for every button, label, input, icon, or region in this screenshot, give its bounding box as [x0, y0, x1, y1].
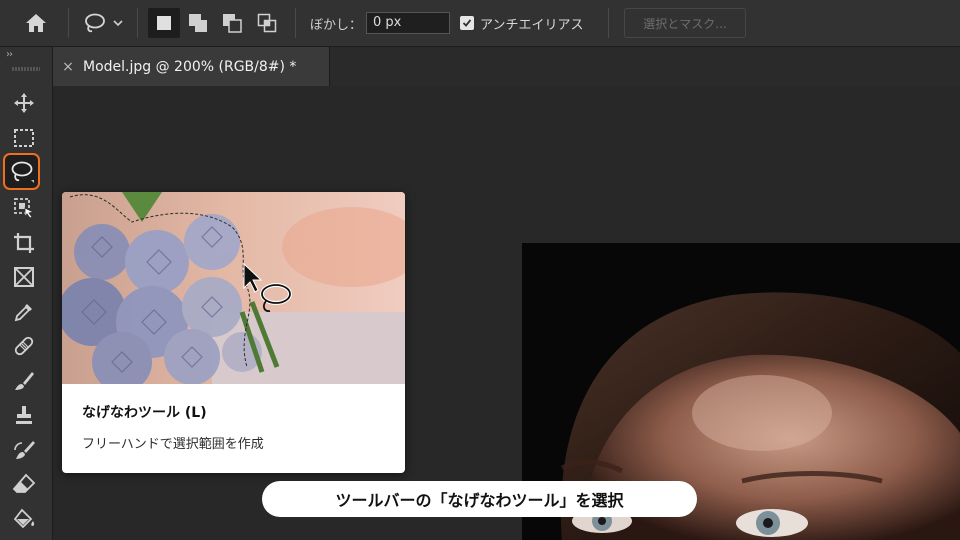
document-title: Model.jpg @ 200% (RGB/8#) * [83, 58, 297, 75]
paint-bucket-tool-button[interactable] [6, 503, 42, 535]
add-to-selection-button[interactable] [182, 8, 214, 38]
subtract-from-selection-icon [223, 14, 242, 33]
lasso-tool-icon [11, 161, 34, 183]
anti-alias-label: アンチエイリアス [480, 17, 584, 33]
crop-tool-icon [14, 233, 34, 253]
feather-label: ぼかし： [310, 17, 363, 33]
tool-preset-picker[interactable] [78, 8, 128, 38]
crop-tool-button[interactable] [6, 227, 42, 259]
history-brush-tool-icon [14, 441, 35, 459]
intersect-selection-icon [257, 13, 277, 33]
new-selection-button[interactable] [148, 8, 180, 38]
lasso-icon [85, 13, 105, 33]
healing-brush-tool-icon [14, 336, 34, 356]
intersect-selection-button[interactable] [251, 8, 283, 38]
collapse-panel-icon[interactable]: ›› [6, 49, 13, 60]
move-tool-icon [14, 93, 34, 113]
hydrangea-image [62, 192, 405, 384]
divider [295, 8, 296, 38]
eraser-tool-icon [12, 473, 36, 493]
document-tab[interactable]: × Model.jpg @ 200% (RGB/8#) * [53, 47, 330, 86]
tooltip-preview-image [62, 192, 405, 384]
divider [608, 8, 609, 38]
feather-input[interactable]: 0 px [366, 12, 450, 34]
marquee-tool-button[interactable] [6, 122, 42, 154]
brush-tool-button[interactable] [6, 365, 42, 397]
marquee-tool-icon [14, 129, 34, 147]
tool-tooltip: なげなわツール (L) フリーハンドで選択範囲を作成 [62, 192, 405, 473]
chevron-down-icon [113, 20, 123, 27]
frame-tool-button[interactable] [6, 261, 42, 293]
object-selection-tool-button[interactable] [6, 192, 42, 224]
paint-bucket-tool-icon [13, 508, 35, 529]
home-icon [26, 14, 46, 32]
tooltip-description: フリーハンドで選択範囲を作成 [82, 437, 264, 452]
clone-stamp-tool-button[interactable] [6, 399, 42, 431]
healing-brush-tool-button[interactable] [6, 330, 42, 362]
move-tool-button[interactable] [6, 87, 42, 119]
eyedropper-tool-icon [14, 304, 32, 322]
object-selection-tool-icon [14, 198, 35, 219]
tutorial-caption: ツールバーの「なげなわツール」を選択 [262, 481, 697, 517]
anti-alias-checkbox[interactable] [460, 16, 474, 30]
divider [68, 8, 69, 38]
divider [137, 8, 138, 38]
home-button[interactable] [14, 7, 58, 39]
tooltip-title: なげなわツール (L) [82, 405, 207, 421]
select-and-mask-button[interactable]: 選択とマスク... [624, 8, 746, 38]
eraser-tool-button[interactable] [6, 468, 42, 500]
frame-tool-icon [14, 267, 34, 287]
anti-alias-toggle[interactable]: アンチエイリアス [460, 12, 583, 34]
checkmark-icon [462, 19, 472, 27]
clone-stamp-tool-icon [16, 406, 32, 424]
tools-panel: ›› [0, 47, 53, 540]
new-selection-icon [157, 16, 171, 30]
eyedropper-tool-button[interactable] [6, 296, 42, 328]
close-tab-icon[interactable]: × [53, 59, 83, 75]
brush-tool-icon [15, 372, 34, 390]
lasso-tool-button[interactable] [3, 153, 40, 190]
options-bar: ぼかし： 0 px アンチエイリアス 選択とマスク... [0, 0, 960, 47]
history-brush-tool-button[interactable] [6, 434, 42, 466]
add-to-selection-icon [189, 14, 207, 32]
subtract-from-selection-button[interactable] [216, 8, 248, 38]
panel-grip[interactable] [12, 67, 40, 71]
